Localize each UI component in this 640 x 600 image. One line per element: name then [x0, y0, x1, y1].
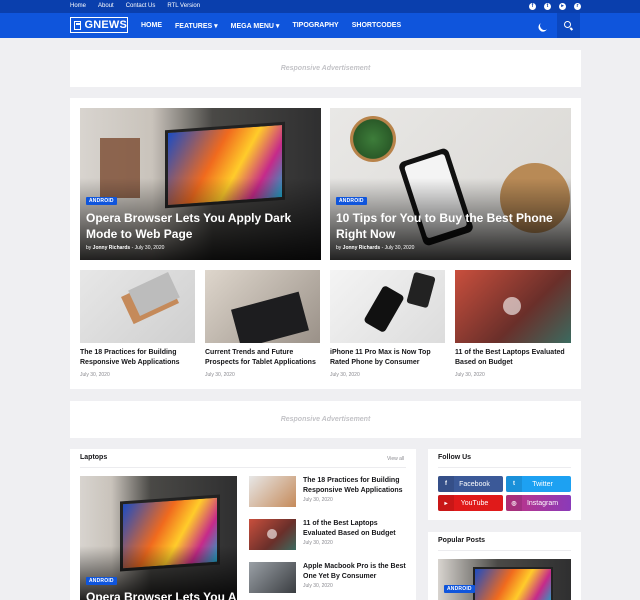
twitter-icon[interactable]: t: [544, 3, 551, 10]
featured-meta: by Jonny Richards - July 30, 2020: [336, 245, 415, 251]
facebook-button[interactable]: f Facebook: [438, 476, 503, 492]
top-social-icons: f t ▸ r: [529, 0, 581, 13]
category-badge[interactable]: ANDROID: [86, 577, 117, 585]
top-link-rtl[interactable]: RTL Version: [167, 0, 200, 13]
facebook-icon: f: [438, 476, 454, 492]
widget-divider: [438, 467, 571, 468]
post-thumbnail[interactable]: [80, 270, 195, 343]
post-thumbnail[interactable]: [249, 562, 296, 593]
post-thumbnail[interactable]: [330, 270, 445, 343]
popular-post-image[interactable]: [438, 559, 571, 600]
post-title[interactable]: 11 of the Best Laptops Evaluated Based o…: [303, 519, 408, 539]
post-thumbnail[interactable]: [249, 476, 296, 507]
widget-divider: [438, 550, 571, 551]
post-title[interactable]: iPhone 11 Pro Max is Now Top Rated Phone…: [330, 348, 445, 368]
nav-item-mega-menu[interactable]: MEGA MENU ▾: [231, 22, 280, 30]
logo-icon: [74, 20, 82, 30]
post-thumbnail[interactable]: [455, 270, 571, 343]
twitter-button[interactable]: t Twitter: [506, 476, 571, 492]
post-date: July 30, 2020: [330, 372, 360, 378]
widget-title: Follow Us: [438, 454, 472, 461]
twitter-icon: t: [506, 476, 522, 492]
post-date: July 30, 2020: [303, 540, 333, 546]
instagram-button[interactable]: ◎ Instagram: [506, 495, 571, 511]
nav-item-home[interactable]: HOME: [141, 22, 162, 29]
post-date: July 30, 2020: [384, 245, 415, 251]
top-link-home[interactable]: Home: [70, 0, 86, 13]
instagram-icon: ◎: [506, 495, 522, 511]
section-title: Laptops: [80, 454, 108, 461]
youtube-icon[interactable]: ▸: [559, 3, 566, 10]
top-link-about[interactable]: About: [98, 0, 114, 13]
category-badge[interactable]: ANDROID: [444, 585, 475, 593]
post-title[interactable]: Apple Macbook Pro is the Best One Yet By…: [303, 562, 408, 582]
featured-meta: by Jonny Richards - July 30, 2020: [86, 245, 165, 251]
author-name[interactable]: Jonny Richards: [343, 245, 381, 251]
rss-icon[interactable]: r: [574, 3, 581, 10]
post-date: July 30, 2020: [303, 497, 333, 503]
featured-title[interactable]: 10 Tips for You to Buy the Best Phone Ri…: [336, 210, 568, 242]
laptops-main-title[interactable]: Opera Browser Lets You Apply: [86, 589, 236, 600]
top-link-contact[interactable]: Contact Us: [126, 0, 156, 13]
button-label: Facebook: [459, 480, 490, 488]
post-date: July 30, 2020: [303, 583, 333, 589]
post-date: July 30, 2020: [455, 372, 485, 378]
search-icon: [564, 21, 571, 28]
facebook-icon[interactable]: f: [529, 3, 536, 10]
ad-label: Responsive Advertisement: [280, 65, 371, 72]
section-divider: [80, 467, 406, 468]
nav-item-features[interactable]: FEATURES ▾: [175, 22, 218, 30]
nav-item-tipography[interactable]: TIPOGRAPHY: [292, 22, 338, 29]
featured-title[interactable]: Opera Browser Lets You Apply Dark Mode t…: [86, 210, 318, 242]
post-date: July 30, 2020: [134, 245, 165, 251]
author-name[interactable]: Jonny Richards: [93, 245, 131, 251]
search-button[interactable]: [557, 13, 580, 38]
post-title[interactable]: 11 of the Best Laptops Evaluated Based o…: [455, 348, 571, 368]
post-title[interactable]: The 18 Practices for Building Responsive…: [80, 348, 195, 368]
youtube-icon: ▸: [438, 495, 454, 511]
button-label: YouTube: [460, 499, 489, 507]
nav-item-shortcodes[interactable]: SHORTCODES: [352, 22, 401, 29]
category-badge[interactable]: ANDROID: [86, 197, 117, 205]
advertisement-middle[interactable]: Responsive Advertisement: [70, 401, 581, 438]
view-all-link[interactable]: View all: [387, 456, 404, 462]
ad-label: Responsive Advertisement: [280, 416, 371, 423]
post-date: July 30, 2020: [205, 372, 235, 378]
logo-text: GNEWS: [84, 19, 127, 31]
advertisement-top[interactable]: Responsive Advertisement: [70, 50, 581, 87]
widget-title: Popular Posts: [438, 537, 486, 544]
post-date: July 30, 2020: [80, 372, 110, 378]
site-logo[interactable]: GNEWS: [70, 17, 128, 33]
post-title[interactable]: The 18 Practices for Building Responsive…: [303, 476, 408, 496]
top-links: Home About Contact Us RTL Version: [70, 0, 200, 13]
post-thumbnail[interactable]: [249, 519, 296, 550]
post-thumbnail[interactable]: [205, 270, 320, 343]
youtube-button[interactable]: ▸ YouTube: [438, 495, 503, 511]
post-title[interactable]: Current Trends and Future Prospects for …: [205, 348, 320, 368]
button-label: Twitter: [532, 480, 553, 488]
nav-menu: HOME FEATURES ▾ MEGA MENU ▾ TIPOGRAPHY S…: [141, 13, 401, 38]
category-badge[interactable]: ANDROID: [336, 197, 367, 205]
button-label: Instagram: [526, 499, 559, 507]
